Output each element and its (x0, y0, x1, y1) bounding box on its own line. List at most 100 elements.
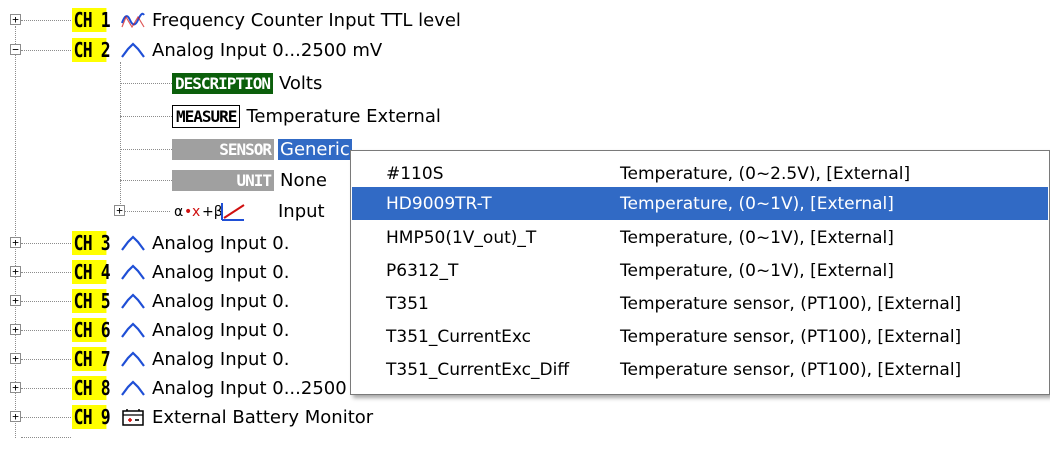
dropdown-item[interactable]: T351_CurrentExc Temperature sensor, (PT1… (352, 320, 1048, 353)
property-formula[interactable]: α • x +β Input (172, 198, 325, 224)
formula-icon: α • x +β (174, 203, 245, 221)
channel-label: CH 5 (72, 289, 111, 313)
sensor-value[interactable]: Generic (278, 138, 352, 160)
tree-line (21, 272, 71, 273)
analog-wave-icon (121, 293, 145, 309)
dropdown-item-name: P6312_T (386, 260, 459, 281)
tree-node-ch9[interactable]: CH 9 External Battery Monitor (72, 404, 373, 430)
dropdown-item-desc: Temperature, (0~2.5V), [External] (620, 163, 911, 184)
expand-toggle-formula[interactable]: + (114, 205, 125, 216)
channel-label: CH 7 (72, 347, 111, 371)
channel-description: Frequency Counter Input TTL level (152, 9, 461, 31)
analog-wave-icon (121, 322, 145, 338)
tree-line (21, 437, 71, 438)
tree-line (21, 388, 71, 389)
expand-toggle-ch5[interactable]: + (10, 295, 21, 306)
tree-line (21, 301, 71, 302)
dropdown-item-highlighted[interactable]: HD9009TR-T Temperature, (0~1V), [Externa… (352, 187, 1048, 220)
channel-label: CH 1 (72, 8, 111, 32)
expand-toggle-ch8[interactable]: + (10, 382, 21, 393)
tree-line (120, 83, 172, 84)
dropdown-item-name: T351_CurrentExc (386, 326, 532, 347)
formula-value: Input (278, 200, 325, 222)
dropdown-item[interactable]: T351_CurrentExc_Diff Temperature sensor,… (352, 353, 1048, 386)
dropdown-item-name: T351 (386, 293, 429, 314)
dropdown-item-desc: Temperature sensor, (PT100), [External] (620, 326, 962, 347)
tree-line (120, 180, 172, 181)
channel-description: Analog Input 0. (152, 261, 290, 283)
dropdown-item-desc: Temperature sensor, (PT100), [External] (620, 359, 962, 380)
tree-line (21, 330, 71, 331)
tree-node-ch6[interactable]: CH 6 Analog Input 0. (72, 317, 289, 343)
tree-node-ch5[interactable]: CH 5 Analog Input 0. (72, 288, 289, 314)
tree-line (21, 359, 71, 360)
dropdown-item-name: #110S (386, 163, 444, 184)
channel-description: Analog Input 0. (152, 319, 290, 341)
channel-label: CH 9 (72, 405, 111, 429)
channel-description: External Battery Monitor (152, 406, 374, 428)
property-description[interactable]: DESCRIPTION Volts (172, 70, 322, 96)
channel-description: Analog Input 0. (152, 232, 290, 254)
dropdown-item-desc: Temperature, (0~1V), [External] (620, 227, 894, 248)
svg-text:+β: +β (202, 204, 223, 220)
channel-label: CH 8 (72, 376, 111, 400)
tree-node-ch4[interactable]: CH 4 Analog Input 0. (72, 259, 289, 285)
tree-line (120, 149, 172, 150)
unit-tag: UNIT (172, 169, 274, 191)
dropdown-item-desc: Temperature, (0~1V), [External] (620, 193, 894, 214)
channel-description: Analog Input 0. (152, 290, 290, 312)
frequency-wave-icon (121, 12, 145, 29)
dropdown-item-name: HMP50(1V_out)_T (386, 227, 537, 248)
dropdown-item-name: T351_CurrentExc_Diff (386, 359, 570, 380)
dropdown-item[interactable]: P6312_T Temperature, (0~1V), [External] (352, 254, 1048, 287)
property-sensor[interactable]: SENSOR Generic (172, 136, 352, 162)
sensor-dropdown-list[interactable]: #110S Temperature, (0~2.5V), [External] … (350, 150, 1050, 395)
property-unit[interactable]: UNIT None (172, 167, 327, 193)
dropdown-item[interactable]: T351 Temperature sensor, (PT100), [Exter… (352, 287, 1048, 320)
description-tag: DESCRIPTION (172, 72, 273, 94)
svg-text:α: α (174, 204, 183, 220)
channel-label: CH 3 (72, 231, 111, 255)
analog-wave-icon (121, 42, 145, 58)
svg-text:x: x (192, 204, 200, 220)
channel-label: CH 6 (72, 318, 111, 342)
dropdown-item[interactable]: #110S Temperature, (0~2.5V), [External] (352, 157, 1048, 190)
dropdown-item-desc: Temperature, (0~1V), [External] (620, 260, 894, 281)
dropdown-item-desc: Temperature sensor, (PT100), [External] (620, 293, 962, 314)
channel-description: Analog Input 0...2500 mV (152, 39, 383, 61)
tree-line (120, 116, 172, 117)
channel-label: CH 4 (72, 260, 111, 284)
tree-line (120, 62, 121, 210)
expand-toggle-ch1[interactable]: + (10, 14, 21, 25)
expand-toggle-ch7[interactable]: + (10, 353, 21, 364)
analog-wave-icon (121, 264, 145, 280)
dropdown-item[interactable]: HMP50(1V_out)_T Temperature, (0~1V), [Ex… (352, 221, 1048, 254)
property-measure[interactable]: MEASURE Temperature External (172, 103, 441, 129)
measure-tag: MEASURE (172, 104, 241, 128)
channel-description: Analog Input 0. (152, 348, 290, 370)
tree-line (21, 417, 71, 418)
tree-line (21, 50, 71, 51)
channel-description: Analog Input 0...2500 mV (152, 377, 383, 399)
battery-icon (122, 409, 144, 426)
tree-node-ch3[interactable]: CH 3 Analog Input 0. (72, 230, 289, 256)
measure-value: Temperature External (246, 105, 441, 127)
unit-value: None (280, 169, 327, 191)
tree-node-ch2[interactable]: CH 2 Analog Input 0...2500 mV (72, 37, 382, 63)
expand-toggle-ch9[interactable]: + (10, 411, 21, 422)
collapse-toggle-ch2[interactable]: − (10, 44, 21, 55)
tree-line (21, 243, 71, 244)
expand-toggle-ch6[interactable]: + (10, 324, 21, 335)
dropdown-item-name: HD9009TR-T (386, 193, 492, 214)
analog-wave-icon (121, 235, 145, 251)
expand-toggle-ch4[interactable]: + (10, 266, 21, 277)
tree-node-ch7[interactable]: CH 7 Analog Input 0. (72, 346, 289, 372)
tree-line (15, 26, 16, 438)
expand-toggle-ch3[interactable]: + (10, 237, 21, 248)
tree-node-ch1[interactable]: CH 1 Frequency Counter Input TTL level (72, 7, 461, 33)
tree-node-ch8[interactable]: CH 8 Analog Input 0...2500 mV (72, 375, 382, 401)
channel-label: CH 2 (72, 38, 111, 62)
tree-line (21, 20, 71, 21)
analog-wave-icon (121, 380, 145, 396)
analog-wave-icon (121, 351, 145, 367)
